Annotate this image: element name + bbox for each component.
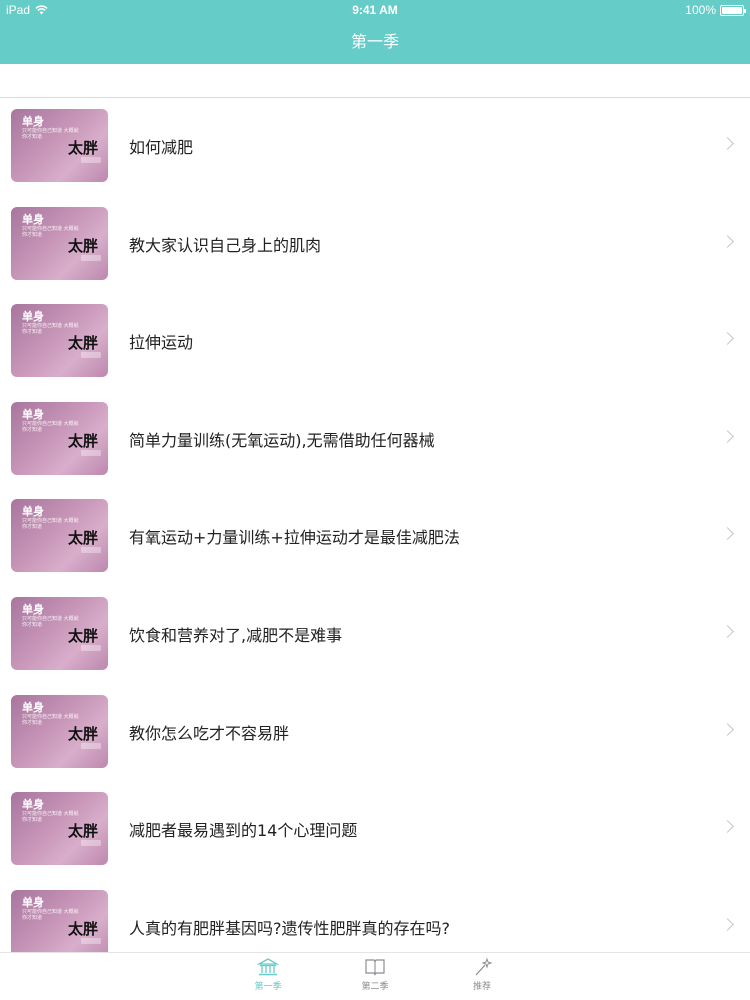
chevron-right-icon: [721, 917, 734, 931]
thumbnail-caption: 单身: [22, 505, 44, 519]
chevron-right-icon: [721, 722, 734, 736]
tab-label: 第二季: [361, 982, 389, 992]
lesson-title: 拉伸运动: [129, 333, 194, 353]
lesson-title: 教你怎么吃才不容易胖: [129, 723, 290, 743]
thumbnail-decoration: [81, 937, 101, 944]
thumbnail-headline: 太胖: [68, 822, 99, 841]
thumbnail-caption: 单身: [22, 798, 44, 812]
tab-label: 第一季: [254, 982, 282, 992]
thumbnail-decoration: [81, 157, 101, 163]
thumbnail-decoration: [81, 352, 101, 359]
tab-season-1[interactable]: 第一季: [238, 957, 298, 992]
list-item[interactable]: 单身 只可能你自己知道 大概就你才知道 太胖 简单力量训练(无氧运动),无需借助…: [0, 391, 750, 489]
list-item[interactable]: 单身 只可能你自己知道 大概就你才知道 太胖 饮食和营养对了,减肥不是难事: [0, 586, 750, 684]
thumbnail-headline: 太胖: [68, 919, 99, 938]
list-item[interactable]: 单身 只可能你自己知道 大概就你才知道 太胖 减肥者最易遇到的14个心理问题: [0, 781, 750, 879]
thumbnail-caption: 单身: [22, 407, 44, 421]
thumbnail-caption: 单身: [22, 602, 44, 616]
chevron-right-icon: [721, 527, 734, 541]
lesson-thumbnail: 单身 只可能你自己知道 大概就你才知道 太胖: [11, 401, 108, 475]
tab-season-2[interactable]: 第二季: [345, 957, 405, 992]
tab-bar: 第一季 第二季 推荐: [0, 952, 750, 1000]
lesson-thumbnail: 单身 只可能你自己知道 大概就你才知道 太胖: [11, 694, 108, 768]
lesson-title: 人真的有肥胖基因吗?遗传性肥胖真的存在吗?: [129, 918, 450, 938]
thumbnail-caption: 单身: [22, 115, 44, 128]
lesson-title: 减肥者最易遇到的14个心理问题: [129, 821, 358, 841]
sub-header: [0, 64, 750, 98]
lesson-title: 如何减肥: [129, 138, 194, 157]
thumbnail-decoration: [81, 742, 101, 749]
bank-icon: [257, 958, 279, 976]
lesson-thumbnail: 单身 只可能你自己知道 大概就你才知道 太胖: [11, 499, 108, 573]
status-right: 100%: [685, 3, 746, 17]
battery-icon: [720, 4, 746, 16]
status-bar: iPad 9:41 AM 100%: [0, 0, 750, 20]
lesson-title: 简单力量训练(无氧运动),无需借助任何器械: [129, 430, 435, 450]
status-time: 9:41 AM: [352, 3, 398, 17]
chevron-right-icon: [721, 820, 734, 834]
book-icon: [365, 959, 385, 976]
thumbnail-headline: 太胖: [68, 236, 99, 255]
list-item[interactable]: 单身 只可能你自己知道 大概就你才知道 太胖 有氧运动+力量训练+拉伸运动才是最…: [0, 488, 750, 586]
thumbnail-caption: 单身: [22, 895, 44, 909]
nav-bar: 第一季: [0, 20, 750, 64]
chevron-right-icon: [721, 429, 734, 443]
tab-recommend[interactable]: 推荐: [452, 957, 512, 992]
lesson-thumbnail: 单身 只可能你自己知道 大概就你才知道 太胖: [11, 889, 108, 952]
list-item[interactable]: 单身 只可能你自己知道 大概就你才知道 太胖 教你怎么吃才不容易胖: [0, 684, 750, 782]
thumbnail-decoration: [81, 254, 101, 261]
list-item[interactable]: 单身 只可能你自己知道 大概就你才知道 太胖 拉伸运动: [0, 293, 750, 391]
chevron-right-icon: [721, 332, 734, 346]
battery-percent: 100%: [685, 3, 716, 17]
lesson-thumbnail: 单身 只可能你自己知道 大概就你才知道 太胖: [11, 792, 108, 866]
thumbnail-caption: 单身: [22, 310, 44, 324]
thumbnail-headline: 太胖: [68, 334, 99, 353]
lesson-title: 有氧运动+力量训练+拉伸运动才是最佳减肥法: [129, 528, 460, 548]
list-item[interactable]: 单身 只可能你自己知道 大概就你才知道 太胖 教大家认识自己身上的肌肉: [0, 196, 750, 294]
lesson-thumbnail: 单身 只可能你自己知道 大概就你才知道 太胖: [11, 596, 108, 670]
list-item[interactable]: 单身 只可能你自己知道 大概就你才知道 太胖 人真的有肥胖基因吗?遗传性肥胖真的…: [0, 879, 750, 952]
thumbnail-headline: 太胖: [68, 724, 99, 743]
page-title: 第一季: [350, 32, 399, 51]
thumbnail-headline: 太胖: [68, 431, 99, 450]
lesson-list: 单身 只可能你自己知道 大概就你才知道 太胖 如何减肥 单身 只可能你自己知道 …: [0, 98, 750, 952]
thumbnail-decoration: [81, 449, 101, 456]
chevron-right-icon: [721, 625, 734, 638]
thumbnail-headline: 太胖: [68, 529, 99, 548]
magic-wand-icon: [475, 957, 493, 976]
chevron-right-icon: [721, 137, 734, 150]
lesson-title: 饮食和营养对了,减肥不是难事: [129, 625, 343, 645]
lesson-thumbnail: 单身 只可能你自己知道 大概就你才知道 太胖: [11, 109, 108, 182]
thumbnail-caption: 单身: [22, 700, 44, 714]
thumbnail-decoration: [81, 644, 101, 651]
thumbnail-caption: 单身: [22, 212, 44, 226]
lesson-thumbnail: 单身 只可能你自己知道 大概就你才知道 太胖: [11, 206, 108, 280]
thumbnail-decoration: [81, 840, 101, 847]
tab-label: 推荐: [472, 982, 491, 992]
list-item[interactable]: 单身 只可能你自己知道 大概就你才知道 太胖 如何减肥: [0, 98, 750, 196]
thumbnail-headline: 太胖: [68, 139, 99, 157]
thumbnail-decoration: [81, 547, 101, 554]
thumbnail-headline: 太胖: [68, 626, 99, 645]
chevron-right-icon: [721, 234, 734, 248]
lesson-title: 教大家认识自己身上的肌肉: [129, 235, 322, 255]
lesson-thumbnail: 单身 只可能你自己知道 大概就你才知道 太胖: [11, 304, 108, 378]
